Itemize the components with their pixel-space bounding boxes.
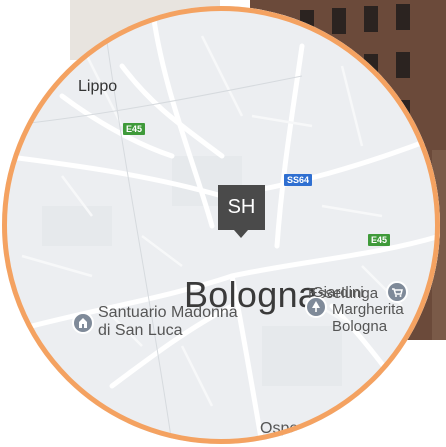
poi-label-giardini: Giardini [312, 284, 364, 301]
map-viewport[interactable]: Lippo E45 SS64 E45 SH Bologna Esselunga … [2, 6, 440, 444]
place-label-lippo: Lippo [78, 78, 118, 95]
road-shield-ss64: SS64 [284, 174, 313, 186]
poi-label-santuario-line2: di San Luca [98, 322, 183, 339]
shopping-cart-icon[interactable] [386, 281, 408, 303]
road-shield-e45-east: E45 [368, 234, 391, 246]
road-shield-e45-west: E45 [123, 123, 146, 135]
place-label-ospedale-partial: Ospe [260, 420, 299, 437]
poi-label-giardini-bologna: Bologna [332, 318, 388, 335]
poi-label-margherita: Margherita [332, 301, 404, 318]
church-icon[interactable] [72, 312, 94, 334]
poi-label-santuario-line1: Santuario Madonna [98, 304, 238, 321]
map-marker-sh[interactable]: SH [218, 185, 265, 238]
